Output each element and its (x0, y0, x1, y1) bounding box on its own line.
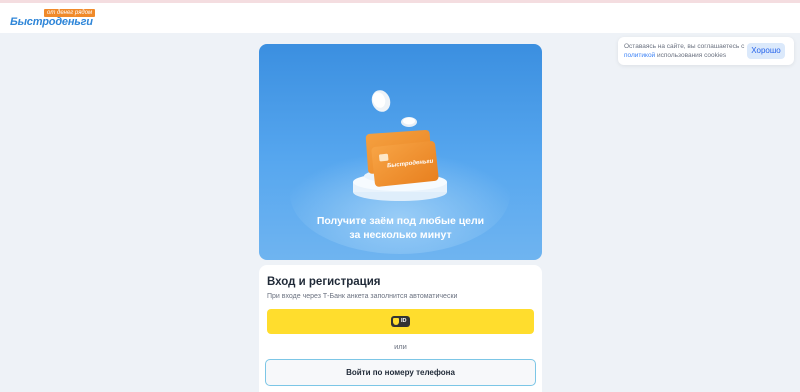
cookie-policy-link[interactable]: политикой (624, 52, 655, 59)
hero-title: Получите заём под любые цели за нескольк… (259, 214, 542, 242)
phone-login-button[interactable]: Войти по номеру телефона (265, 359, 536, 386)
cookie-text-after: использования cookies (655, 51, 727, 59)
auth-subtitle: При входе через Т-Банк анкета заполнится… (267, 293, 458, 300)
auth-divider: или (394, 342, 407, 351)
logo-wordmark: Быстроденьги (10, 16, 93, 28)
cookie-accept-button[interactable]: Хорошо (747, 43, 785, 59)
tbank-shield-icon (393, 318, 399, 325)
auth-panel: Вход и регистрация При входе через Т-Бан… (259, 265, 542, 392)
hero-title-line1: Получите заём под любые цели (316, 215, 485, 227)
hero-title-line2: за несколько минут (349, 229, 452, 241)
cookie-text-before: Оставаясь на сайте, вы соглашаетесь с (624, 43, 745, 50)
tbank-id-badge: ID (391, 316, 410, 327)
tbank-id-login-button[interactable]: ID (267, 309, 534, 334)
hero-banner: Быстроденьги Получите заём под любые цел… (259, 44, 542, 260)
tbank-id-label: ID (401, 318, 407, 324)
auth-title: Вход и регистрация (267, 276, 381, 288)
site-header: от денег рядом Быстроденьги (0, 3, 800, 33)
cookie-banner: Оставаясь на сайте, вы соглашаетесь с по… (618, 37, 794, 65)
logo[interactable]: от денег рядом Быстроденьги (10, 7, 96, 31)
cookie-text: Оставаясь на сайте, вы соглашаетесь с по… (624, 43, 746, 60)
